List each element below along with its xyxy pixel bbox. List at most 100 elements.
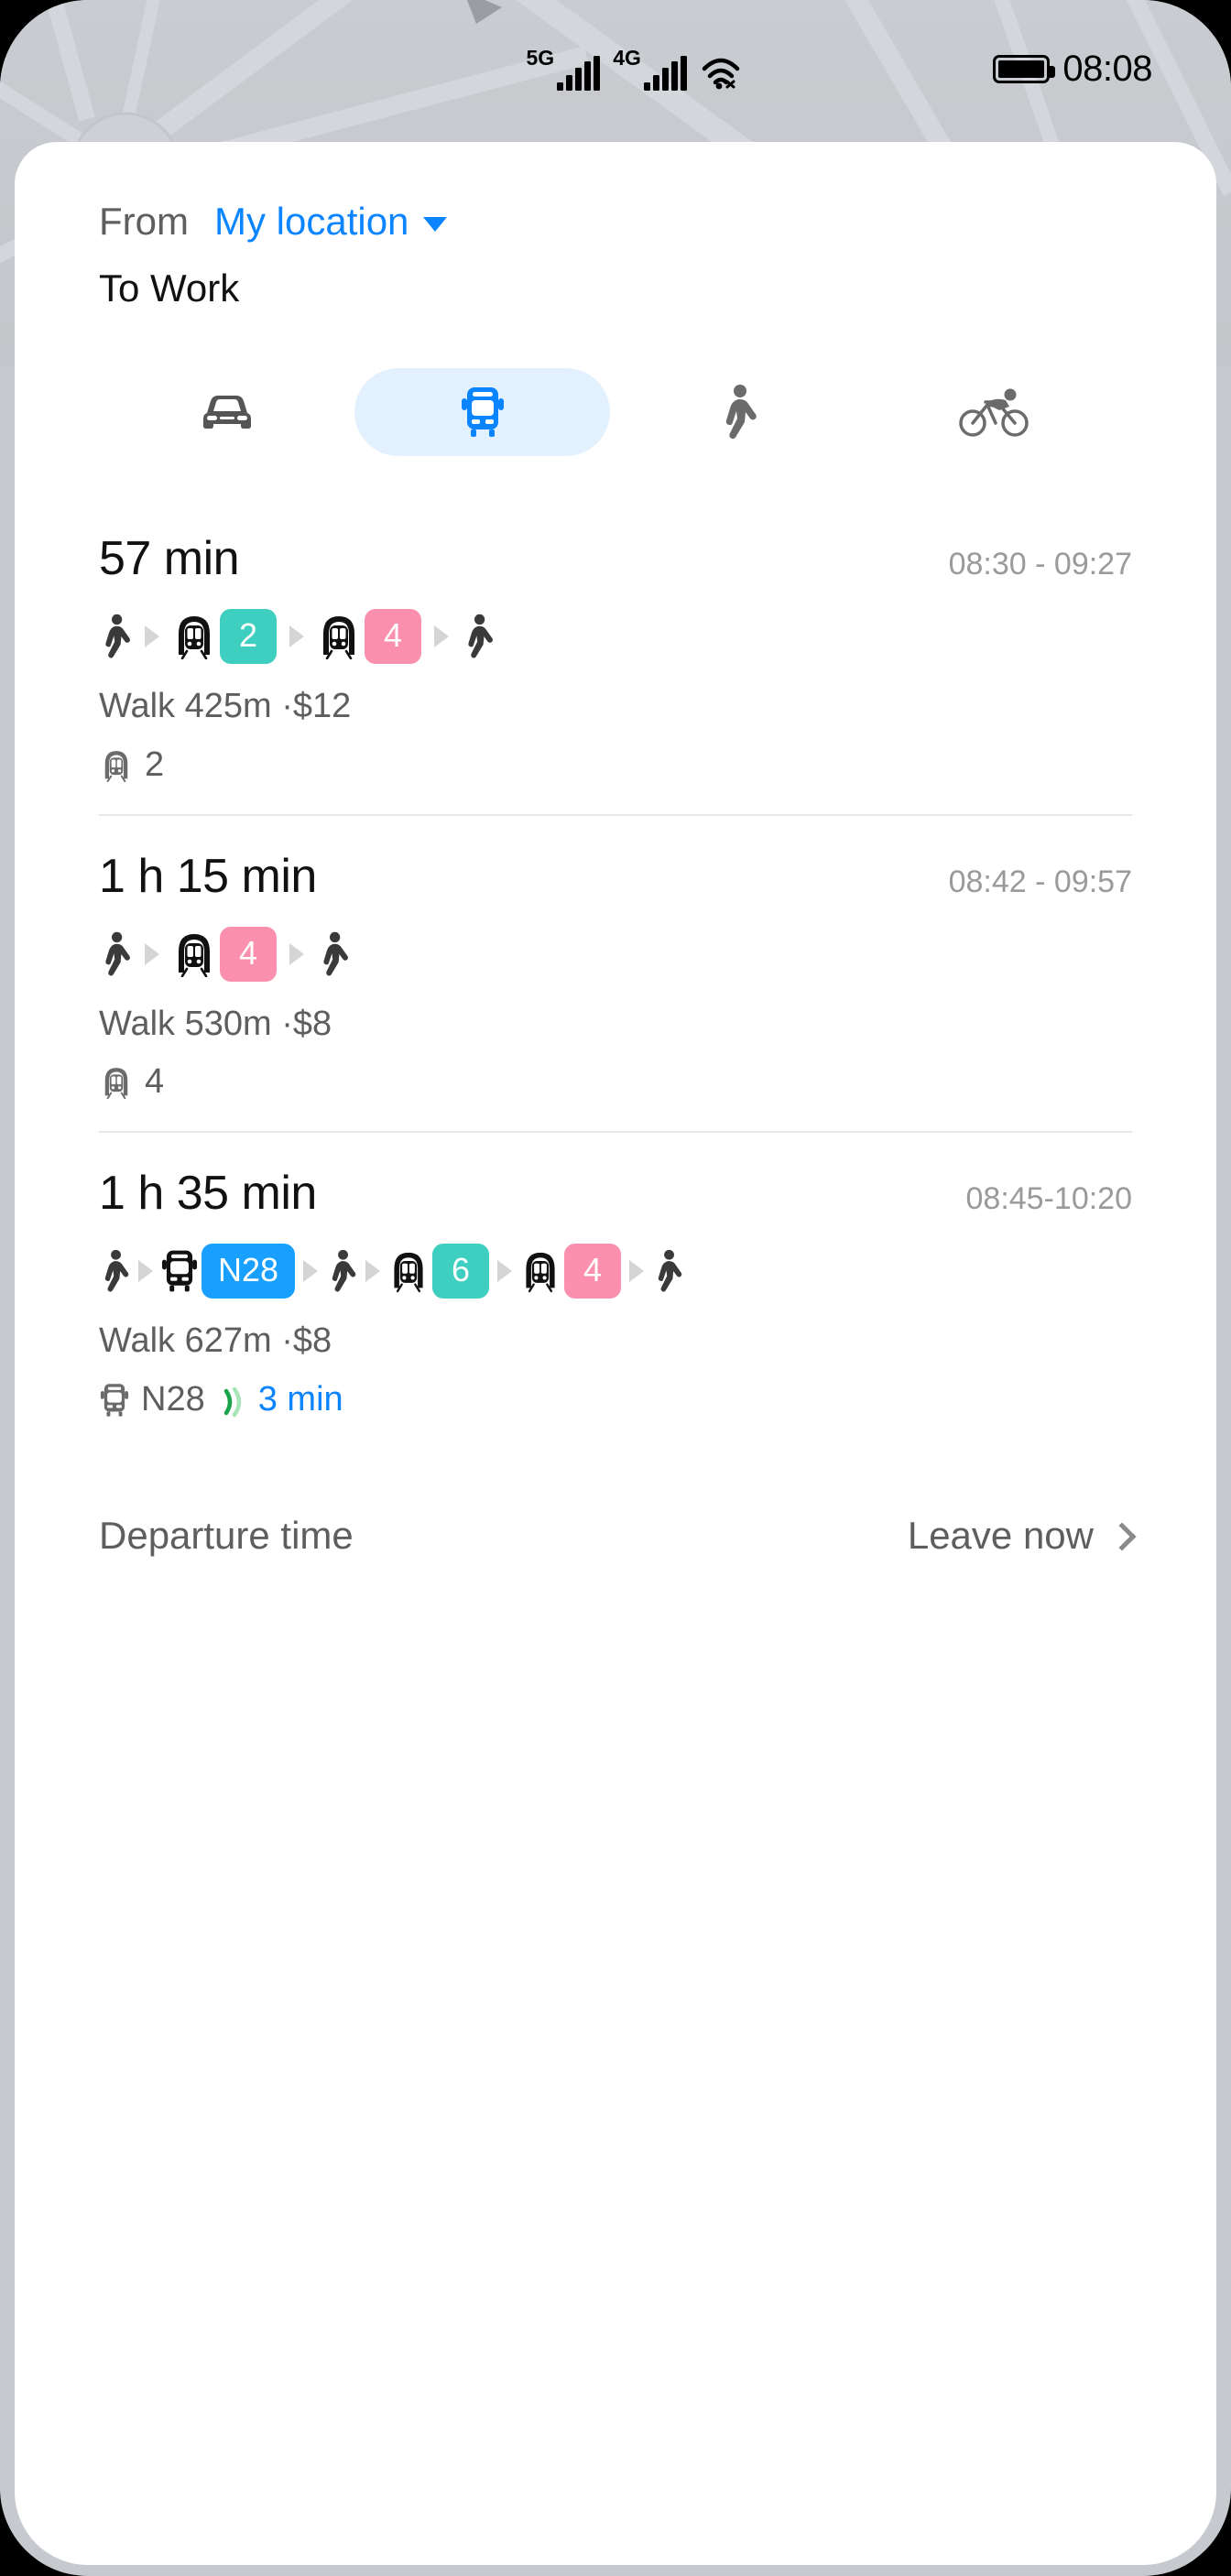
from-value-button[interactable]: My location — [214, 194, 448, 249]
route-list: 57 min 08:30 - 09:27 2 4 Walk 425m ·$12 … — [99, 498, 1132, 1448]
departure-time-label: Departure time — [99, 1514, 354, 1558]
signal-5g: 5G — [526, 45, 601, 91]
leg-metro: 6 — [388, 1244, 490, 1299]
phone-frame: 5G 4G 08:08 From My location To Work 57 … — [0, 0, 1231, 2576]
mode-tab-car[interactable] — [99, 368, 354, 456]
walking-icon — [658, 1250, 682, 1292]
network-5g-label: 5G — [526, 45, 555, 70]
route-sheet: From My location To Work 57 min 08:30 - … — [15, 142, 1216, 2565]
metro-icon — [104, 750, 128, 782]
route-header: 57 min 08:30 - 09:27 — [99, 533, 1132, 585]
metro-line-badge: 4 — [220, 926, 277, 982]
chain-arrow-icon — [289, 942, 304, 965]
route-option[interactable]: 57 min 08:30 - 09:27 2 4 Walk 425m ·$12 … — [99, 498, 1132, 813]
battery-full-icon — [993, 54, 1056, 83]
bus-icon — [161, 1250, 198, 1292]
route-subinfo: 4 — [99, 1061, 1132, 1103]
leg-walk — [652, 1249, 683, 1293]
route-leg-chain: N28 6 4 — [99, 1244, 1132, 1299]
route-duration: 1 h 35 min — [99, 1167, 317, 1220]
route-subinfo-text: 4 — [145, 1062, 165, 1102]
metro-line-badge: 6 — [432, 1244, 490, 1299]
leave-now-label: Leave now — [907, 1514, 1094, 1558]
leg-metro: 4 — [172, 926, 277, 982]
wifi-icon — [702, 58, 740, 89]
walking-icon — [105, 931, 130, 976]
chain-arrow-icon — [497, 1260, 513, 1283]
leave-now-button[interactable]: Leave now — [907, 1514, 1137, 1558]
mode-tab-walk[interactable] — [610, 368, 866, 456]
live-signal-icon — [223, 1386, 241, 1417]
chevron-right-icon — [1107, 1522, 1137, 1551]
signal-bars-icon — [557, 55, 601, 91]
walking-icon — [332, 1250, 356, 1292]
route-live-eta: 3 min — [257, 1379, 343, 1418]
status-bar-clock: 08:08 — [1062, 49, 1152, 89]
to-value[interactable]: To Work — [99, 261, 1132, 316]
chain-arrow-icon — [145, 942, 159, 965]
route-option[interactable]: 1 h 15 min 08:42 - 09:57 4 Walk 530m ·$8… — [99, 813, 1132, 1131]
route-leg-chain: 2 4 — [99, 609, 1132, 665]
from-label: From — [99, 200, 189, 243]
metro-line-badge: 2 — [220, 609, 277, 665]
status-bar-indicators: 5G 4G — [526, 45, 742, 91]
mode-tab-bike[interactable] — [866, 368, 1121, 456]
route-duration: 1 h 15 min — [99, 849, 317, 903]
leg-metro: 2 — [172, 609, 277, 665]
leg-walk — [99, 931, 132, 977]
route-walk-fare: Walk 530m ·$8 — [99, 1004, 332, 1043]
leg-bus: N28 — [161, 1244, 296, 1299]
chevron-down-icon — [423, 216, 448, 232]
leg-walk — [317, 931, 350, 977]
metro-icon — [104, 1068, 128, 1100]
leg-walk — [99, 614, 132, 659]
chain-arrow-icon — [289, 625, 304, 648]
from-row[interactable]: From My location — [99, 194, 1132, 249]
metro-icon — [179, 933, 210, 977]
route-leg-chain: 4 — [99, 926, 1132, 982]
metro-icon — [526, 1253, 555, 1293]
leg-walk — [462, 614, 495, 659]
walking-icon — [105, 614, 130, 658]
chain-arrow-icon — [303, 1260, 319, 1283]
route-subinfo-text: N28 — [141, 1379, 205, 1418]
location-inputs: From My location To Work — [99, 142, 1132, 315]
route-subinfo-text: 2 — [145, 745, 165, 785]
route-time-window: 08:30 - 09:27 — [948, 547, 1132, 582]
route-header: 1 h 35 min 08:45-10:20 — [99, 1167, 1133, 1220]
leg-metro: 4 — [317, 609, 421, 665]
leg-metro: 4 — [520, 1244, 622, 1299]
signal-bars-icon — [643, 55, 687, 91]
route-time-window: 08:42 - 09:57 — [948, 864, 1132, 899]
status-bar-right: 08:08 — [993, 50, 1152, 87]
route-time-window: 08:45-10:20 — [965, 1181, 1133, 1216]
chain-arrow-icon — [365, 1260, 381, 1283]
bus-icon — [461, 387, 504, 438]
from-value-text: My location — [214, 200, 409, 243]
walking-icon — [468, 614, 493, 658]
chain-arrow-icon — [145, 625, 159, 648]
leg-walk — [326, 1249, 357, 1293]
bus-line-badge: N28 — [202, 1244, 296, 1299]
metro-line-badge: 4 — [365, 609, 421, 665]
route-option[interactable]: 1 h 35 min 08:45-10:20 N28 6 4 Walk 627m… — [99, 1131, 1132, 1448]
route-header: 1 h 15 min 08:42 - 09:57 — [99, 849, 1132, 903]
walking-icon — [104, 1250, 129, 1292]
status-bar: 5G 4G 08:08 — [0, 0, 1231, 137]
walking-icon — [323, 931, 348, 976]
transport-mode-tabs — [99, 368, 1132, 457]
metro-icon — [394, 1253, 423, 1293]
signal-4g: 4G — [613, 45, 687, 91]
route-subinfo: N28 3 min — [99, 1379, 1132, 1421]
metro-line-badge: 4 — [564, 1244, 622, 1299]
departure-time-row[interactable]: Departure time Leave now — [99, 1514, 1137, 1558]
network-4g-label: 4G — [613, 45, 641, 70]
route-subinfo: 2 — [99, 745, 1132, 787]
mode-tab-transit[interactable] — [354, 368, 610, 457]
chain-arrow-icon — [138, 1260, 153, 1283]
car-icon — [202, 396, 251, 429]
route-duration: 57 min — [99, 532, 240, 586]
metro-icon — [323, 616, 354, 660]
route-walk-fare: Walk 627m ·$8 — [99, 1321, 332, 1361]
chain-arrow-icon — [629, 1260, 645, 1283]
